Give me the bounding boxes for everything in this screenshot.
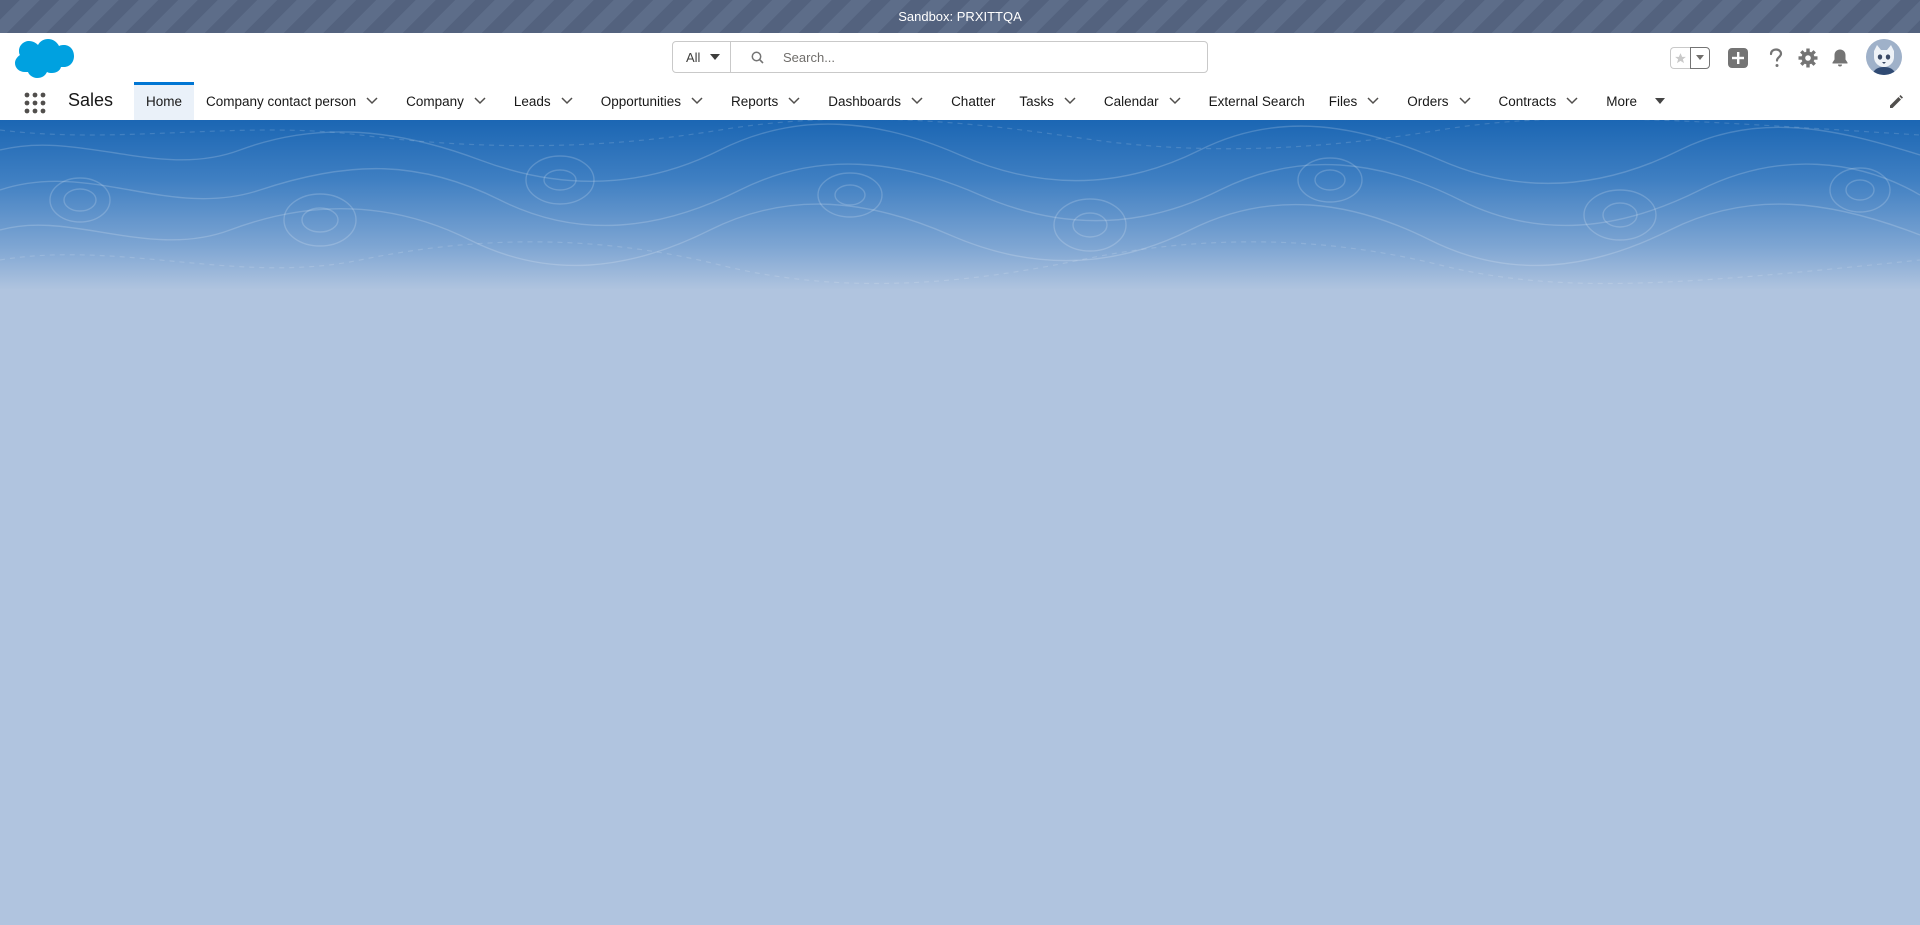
tab-label: Contracts [1498,93,1557,109]
tab-contracts[interactable]: Contracts [1487,82,1595,120]
search-field [731,42,1207,72]
app-name: Sales [68,90,114,110]
page-background-banner [0,120,1920,290]
chevron-down-icon[interactable] [1367,82,1391,120]
chevron-down-icon[interactable] [911,82,935,120]
global-header: All [0,33,1920,82]
chevron-down-icon[interactable] [561,82,585,120]
setup-gear-icon[interactable] [1796,46,1820,70]
tab-label: Company [406,93,464,109]
favorites-star-icon[interactable] [1670,47,1690,69]
chevron-down-icon[interactable] [366,82,390,120]
search-icon [751,51,764,64]
tab-label: Home [146,93,183,109]
app-navigation-bar: Sales Home Company contact person Compan… [0,82,1920,123]
chevron-down-icon[interactable] [1690,47,1710,69]
tab-label: Dashboards [828,93,902,109]
chevron-down-icon[interactable] [788,82,812,120]
chevron-down-icon[interactable] [1169,82,1193,120]
tab-leads[interactable]: Leads [502,82,589,120]
tab-home[interactable]: Home [134,82,195,120]
chevron-down-icon[interactable] [1064,82,1088,120]
tab-label: External Search [1208,93,1305,109]
chevron-down-icon[interactable] [1458,82,1483,120]
tab-files[interactable]: Files [1317,82,1396,120]
tab-external-search[interactable]: External Search [1197,82,1317,120]
tab-calendar[interactable]: Calendar [1092,82,1197,120]
notification-bell-icon[interactable] [1828,46,1852,70]
topographic-pattern [0,120,1920,285]
user-avatar[interactable] [1866,39,1902,75]
app-launcher-icon[interactable] [24,92,46,114]
tab-more[interactable]: More [1594,82,1671,120]
search-scope-label: All [686,49,701,65]
tab-orders[interactable]: Orders [1395,82,1486,120]
global-search: All [672,41,1208,73]
tab-label: Company contact person [206,93,357,109]
salesforce-cloud-logo[interactable] [14,37,74,79]
search-input[interactable] [731,42,1207,72]
edit-nav-pencil-icon[interactable] [1888,94,1904,110]
tab-chatter[interactable]: Chatter [939,82,1007,120]
tab-label: Files [1328,93,1358,109]
add-icon[interactable] [1726,46,1750,70]
sandbox-label: Sandbox: PRXITTQA [898,9,1022,24]
nav-items: Home Company contact person Company Lead… [134,82,1671,120]
tab-label: Opportunities [600,93,681,109]
tab-label: Tasks [1019,93,1054,109]
chevron-down-icon[interactable] [691,82,715,120]
chevron-down-icon[interactable] [1566,82,1590,120]
tab-label: Calendar [1103,93,1159,109]
tab-label: More [1606,93,1638,109]
search-scope-select[interactable]: All [673,42,731,72]
tab-opportunities[interactable]: Opportunities [589,82,719,120]
tab-label: Chatter [951,93,996,109]
tab-company[interactable]: Company [394,82,502,120]
caret-down-icon [1655,98,1666,104]
tab-reports[interactable]: Reports [719,82,816,120]
chevron-down-icon[interactable] [474,82,498,120]
tab-label: Orders [1407,93,1449,109]
sandbox-banner: Sandbox: PRXITTQA [0,0,1920,33]
tab-company-contact-person[interactable]: Company contact person [194,82,394,120]
caret-down-icon [710,54,720,60]
tab-dashboards[interactable]: Dashboards [816,82,939,120]
favorites-group [1670,47,1712,69]
tab-tasks[interactable]: Tasks [1007,82,1092,120]
tab-label: Reports [730,93,779,109]
tab-label: Leads [513,93,551,109]
help-icon[interactable] [1764,46,1788,70]
